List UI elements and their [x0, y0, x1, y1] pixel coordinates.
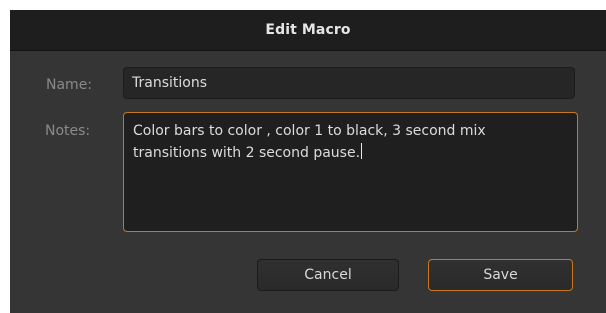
- name-input-value: Transitions: [132, 75, 207, 91]
- notes-label: Notes:: [45, 123, 91, 139]
- dialog-title: Edit Macro: [265, 22, 351, 38]
- dialog-titlebar[interactable]: Edit Macro: [10, 10, 606, 51]
- notes-textarea-value: Color bars to color , color 1 to black, …: [133, 123, 486, 161]
- name-input[interactable]: Transitions: [123, 67, 575, 99]
- notes-textarea[interactable]: Color bars to color , color 1 to black, …: [123, 112, 578, 232]
- cancel-button[interactable]: Cancel: [257, 259, 399, 291]
- name-label: Name:: [46, 77, 93, 93]
- text-caret: [361, 143, 363, 159]
- save-button[interactable]: Save: [428, 259, 573, 291]
- edit-macro-dialog: Edit Macro Name: Transitions Notes: Colo…: [10, 10, 606, 313]
